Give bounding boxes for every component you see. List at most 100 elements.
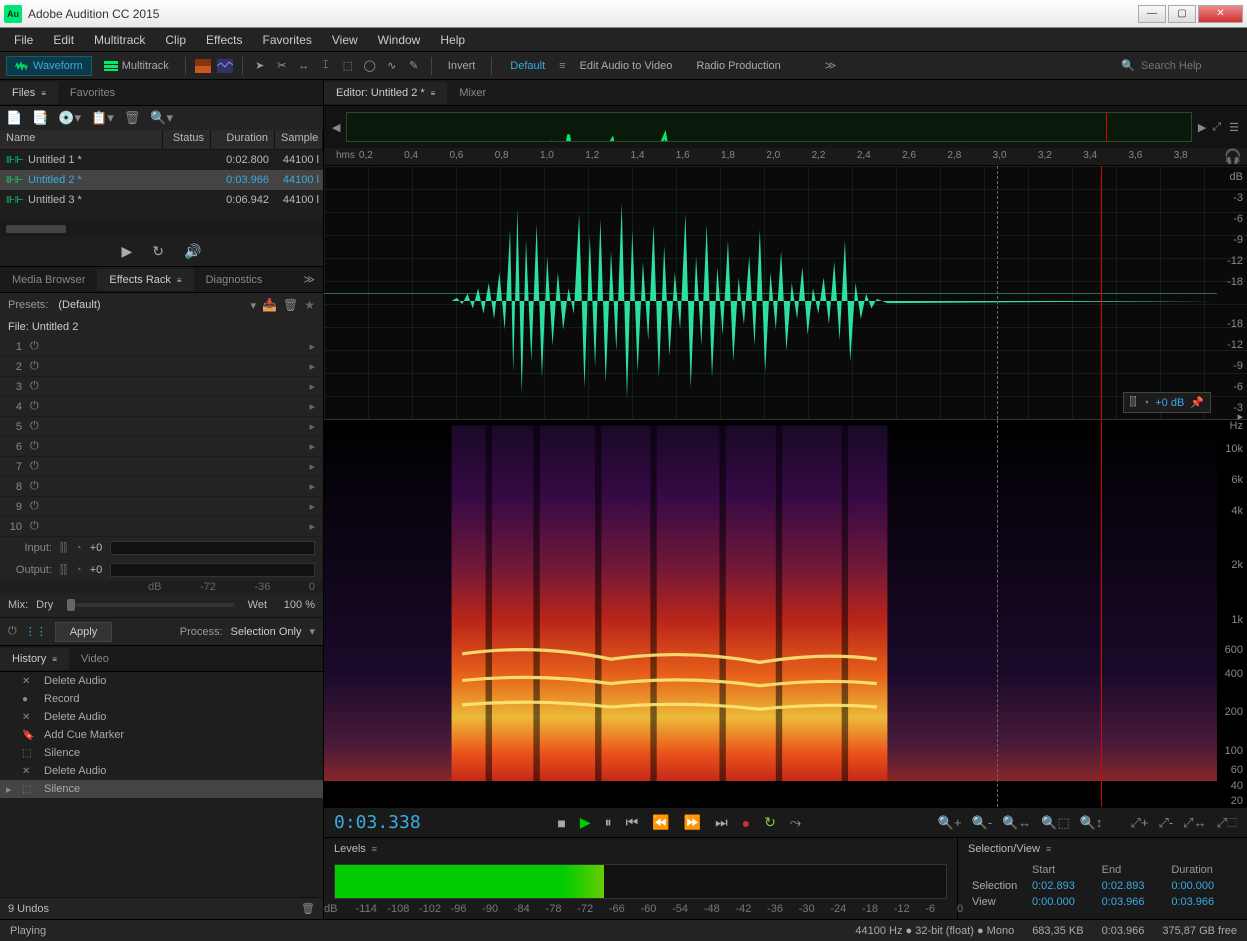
mix-slider[interactable] [67,603,233,607]
history-item[interactable]: ✕Delete Audio [0,672,323,690]
marquee-tool[interactable]: ⬚ [339,57,357,75]
spectro-expand-icon[interactable]: ▸ [1237,410,1243,423]
search-input[interactable] [1141,60,1241,72]
fx-slot[interactable]: 4⏻▸ [0,397,323,417]
fx-slot[interactable]: 3⏻▸ [0,377,323,397]
menu-file[interactable]: File [4,29,43,51]
maximize-button[interactable]: ▢ [1168,5,1196,23]
spectrogram-display[interactable]: Hz 10k6k4k2k1k600400200100604020 ▸ [324,420,1247,807]
history-item[interactable]: ✕Delete Audio [0,762,323,780]
input-value[interactable]: +0 [90,542,103,554]
workspace-radio[interactable]: Radio Production [686,58,790,74]
power-icon[interactable]: ⏻ [30,500,39,513]
col-duration[interactable]: Duration [211,130,275,149]
search-files-icon[interactable]: 🔍▾ [150,110,173,126]
chevron-right-icon[interactable]: ▸ [309,380,315,393]
chevron-right-icon[interactable]: ▸ [309,360,315,373]
list-icon[interactable]: ⋮⋮ [25,625,47,638]
apply-button[interactable]: Apply [55,622,113,642]
power-icon[interactable]: ⏻ [30,480,39,493]
delete-preset-icon[interactable]: 🗑 [283,298,298,312]
output-knob-icon[interactable]: ◔ [75,564,82,576]
multitrack-view-button[interactable]: Multitrack [96,56,177,76]
menu-effects[interactable]: Effects [196,29,252,51]
workspace-default[interactable]: Default [500,58,555,74]
record-button[interactable]: ● [742,815,750,831]
panel-menu-icon[interactable]: ≡ [41,89,46,98]
fx-slot[interactable]: 8⏻▸ [0,477,323,497]
headphone-icon[interactable]: 🎧 [1219,148,1247,165]
chevron-right-icon[interactable]: ▸ [309,460,315,473]
selection-duration[interactable]: 0:00.000 [1167,878,1237,894]
fx-slot[interactable]: 2⏻▸ [0,357,323,377]
skip-selection-button[interactable]: ⤳ [790,814,801,831]
selection-end[interactable]: 0:02.893 [1098,878,1168,894]
fx-slot[interactable]: 1⏻▸ [0,337,323,357]
presets-dropdown[interactable]: (Default) [54,297,244,313]
chevron-right-icon[interactable]: ▸ [309,400,315,413]
menu-view[interactable]: View [322,29,368,51]
loop-button[interactable]: ↻ [764,814,776,831]
chevron-right-icon[interactable]: ▸ [309,520,315,533]
stop-button[interactable]: ■ [557,815,565,831]
workspace-overflow-icon[interactable]: ≫ [825,59,837,72]
file-row[interactable]: ⊪⊩ Untitled 2 * 0:03.966 44100 l [0,170,323,190]
chevron-right-icon[interactable]: ▸ [309,480,315,493]
fx-slot[interactable]: 10⏻▸ [0,517,323,537]
col-sample[interactable]: Sample [275,130,323,149]
tab-mixer[interactable]: Mixer [447,82,498,104]
timecode-display[interactable]: 0:03.338 [334,812,421,833]
hud-knob-icon[interactable]: ◔ [1143,397,1150,409]
dropdown-chevron-icon[interactable]: ▾ [309,625,315,638]
menu-help[interactable]: Help [430,29,475,51]
zoom-in-icon[interactable]: 🔍+ [938,815,962,831]
file-row[interactable]: ⊪⊩ Untitled 3 * 0:06.942 44100 l [0,190,323,210]
trash-icon[interactable]: 🗑 [301,902,315,915]
fx-slot[interactable]: 9⏻▸ [0,497,323,517]
tab-favorites[interactable]: Favorites [58,82,127,104]
menu-multitrack[interactable]: Multitrack [84,29,155,51]
pause-button[interactable]: ⏸ [605,814,612,831]
open-file-icon[interactable]: 📄 [6,110,22,126]
overview-bar[interactable]: ◀ ▶ ⤢ ☰ [324,106,1247,148]
overflow-icon[interactable]: ≫ [295,269,323,290]
output-value[interactable]: +0 [90,564,103,576]
menu-clip[interactable]: Clip [155,29,196,51]
files-hscroll[interactable] [0,222,323,236]
menu-favorites[interactable]: Favorites [253,29,322,51]
spectral-pitch-button[interactable] [216,57,234,75]
fx-slot[interactable]: 5⏻▸ [0,417,323,437]
history-item[interactable]: ●Record [0,690,323,708]
fx-slot[interactable]: 7⏻▸ [0,457,323,477]
zoom-reset-icon[interactable]: ⤢↔ [1183,815,1206,831]
history-item[interactable]: 🔖Add Cue Marker [0,726,323,744]
chevron-right-icon[interactable]: ▸ [309,440,315,453]
zoom-in-time-icon[interactable]: ⤢+ [1130,815,1148,831]
delete-icon[interactable]: 🗑 [124,110,141,126]
chevron-right-icon[interactable]: ▸ [309,420,315,433]
rewind-button[interactable]: ⏪ [652,814,669,831]
overview-right-icon[interactable]: ▶ [1198,121,1206,134]
history-item[interactable]: ✕Delete Audio [0,708,323,726]
power-icon[interactable]: ⏻ [30,400,39,413]
power-icon[interactable]: ⏻ [30,380,39,393]
fx-slot[interactable]: 6⏻▸ [0,437,323,457]
input-knob-icon[interactable]: ◔ [75,542,82,554]
minimize-button[interactable]: — [1138,5,1166,23]
tab-editor[interactable]: Editor: Untitled 2 *≡ [324,82,447,104]
tab-video[interactable]: Video [69,648,121,670]
view-end[interactable]: 0:03.966 [1098,894,1168,910]
zoom-in-v-icon[interactable]: 🔍↕ [1080,815,1103,831]
view-duration[interactable]: 0:03.966 [1167,894,1237,910]
zoom-nav-icon[interactable]: ⤢ [1212,121,1221,134]
power-icon[interactable]: ⏻ [30,340,39,353]
zoom-out-icon[interactable]: 🔍- [972,815,993,831]
invert-button[interactable]: Invert [440,56,484,76]
zoom-sel-icon[interactable]: 🔍⬚ [1041,815,1069,831]
power-icon[interactable]: ⏻ [30,360,39,373]
razor-tool[interactable]: ✂ [273,57,291,75]
menu-window[interactable]: Window [368,29,431,51]
to-end-button[interactable]: ⏭ [715,814,728,831]
power-icon[interactable]: ⏻ [8,625,17,638]
waveform-display[interactable]: dB -3 -6 -9 -12 -18 -18 -12 -9 -6 -3 ⫿⫿ … [324,166,1247,420]
